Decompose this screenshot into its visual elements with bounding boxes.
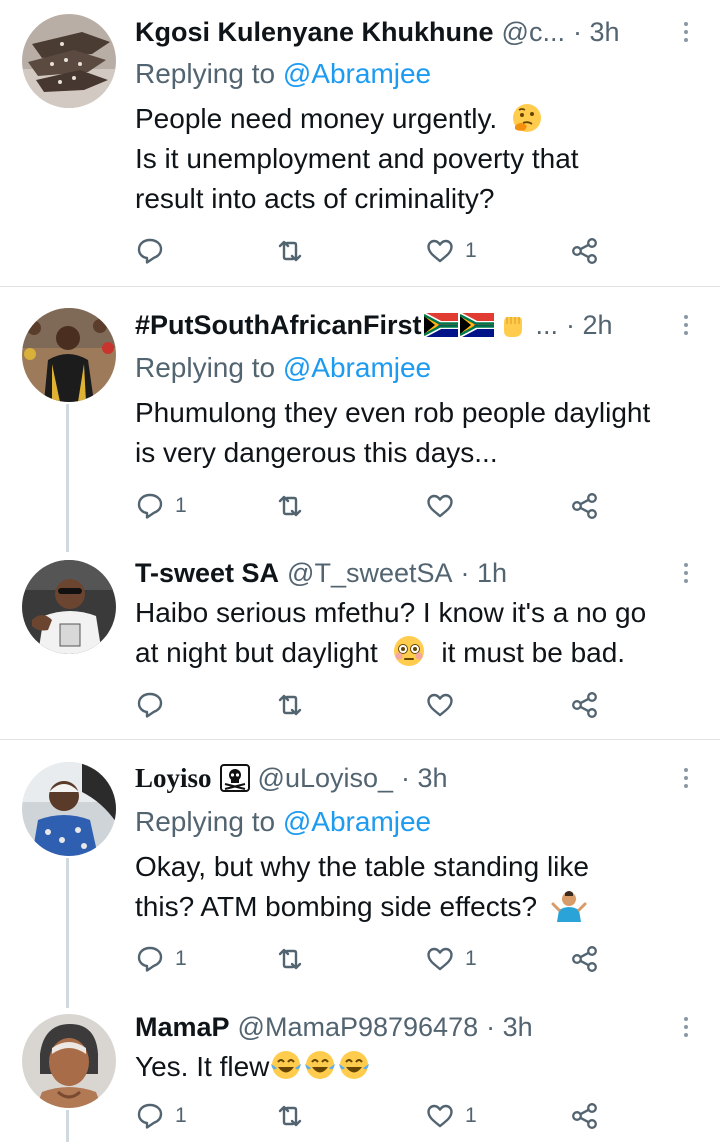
user-handle[interactable]: @MamaP98796478 bbox=[238, 1007, 479, 1047]
heart-icon bbox=[427, 947, 453, 971]
tears-of-joy-icon bbox=[305, 1051, 336, 1079]
display-name[interactable]: #PutSouthAfricanFirst bbox=[135, 305, 422, 345]
user-handle[interactable]: @T_sweetSA bbox=[287, 553, 452, 593]
display-name[interactable]: Loyiso bbox=[135, 758, 212, 798]
share-button[interactable] bbox=[570, 1098, 600, 1134]
share-icon bbox=[572, 1103, 597, 1129]
retweet-button[interactable] bbox=[275, 488, 305, 524]
share-button[interactable] bbox=[570, 233, 600, 269]
mention-link[interactable]: @Abramjee bbox=[283, 806, 431, 837]
south-africa-flag-icon bbox=[459, 313, 494, 337]
more-options-icon[interactable] bbox=[683, 315, 689, 341]
user-handle[interactable]: ... bbox=[536, 305, 559, 345]
tears-of-joy-icon bbox=[271, 1051, 302, 1079]
like-button[interactable]: 1 bbox=[425, 1098, 477, 1134]
display-name[interactable]: Kgosi Kulenyane Khukhune bbox=[135, 12, 494, 52]
tweet[interactable]: T-sweet SA @T_sweetSA · 1h Haibo serious… bbox=[0, 539, 720, 739]
retweet-icon bbox=[278, 495, 302, 517]
reply-button[interactable]: 1 bbox=[135, 941, 187, 977]
share-button[interactable] bbox=[570, 941, 600, 977]
timestamp[interactable]: · 3h bbox=[401, 758, 448, 798]
user-handle[interactable]: @c... bbox=[502, 12, 565, 52]
timestamp[interactable]: · 1h bbox=[461, 553, 508, 593]
retweet-icon bbox=[278, 240, 302, 262]
mention-link[interactable]: @Abramjee bbox=[283, 58, 431, 89]
flushed-face-icon bbox=[393, 636, 424, 666]
replying-to: Replying to @Abramjee bbox=[135, 352, 432, 383]
tweet-text: Haibo serious mfethu? I know it's a no g… bbox=[135, 597, 647, 668]
share-icon bbox=[572, 238, 597, 264]
heart-icon bbox=[427, 1104, 453, 1128]
tweet-text: Okay, but why the table standing like th… bbox=[135, 851, 589, 922]
like-button[interactable]: 1 bbox=[425, 233, 477, 269]
like-count: 1 bbox=[465, 239, 477, 262]
avatar[interactable] bbox=[22, 1014, 116, 1108]
reply-icon bbox=[137, 692, 163, 718]
tweet[interactable]: MamaP @MamaP98796478 · 3h Yes. It flew 1… bbox=[0, 996, 720, 1142]
share-icon bbox=[572, 692, 597, 718]
reply-count: 1 bbox=[175, 947, 187, 970]
replying-to: Replying to @Abramjee bbox=[135, 806, 432, 837]
thinking-face-icon bbox=[512, 104, 541, 132]
like-button[interactable] bbox=[425, 687, 465, 723]
user-handle[interactable]: @uLoyiso_ bbox=[258, 758, 394, 798]
timestamp[interactable]: · 3h bbox=[573, 12, 620, 52]
retweet-icon bbox=[278, 1105, 302, 1127]
reply-count: 1 bbox=[175, 494, 187, 517]
reply-count: 1 bbox=[175, 1104, 187, 1127]
display-name[interactable]: MamaP bbox=[135, 1007, 230, 1047]
avatar[interactable] bbox=[22, 762, 116, 856]
retweet-button[interactable] bbox=[275, 941, 305, 977]
like-button[interactable] bbox=[425, 488, 465, 524]
heart-icon bbox=[427, 494, 453, 518]
heart-icon bbox=[427, 239, 453, 263]
retweet-icon bbox=[278, 948, 302, 970]
tweet-text: People need money urgently. Is it unempl… bbox=[135, 103, 579, 214]
retweet-button[interactable] bbox=[275, 687, 305, 723]
share-icon bbox=[572, 946, 597, 972]
more-options-icon[interactable] bbox=[683, 22, 689, 48]
like-count: 1 bbox=[465, 947, 477, 970]
tweet[interactable]: Loyiso @uLoyiso_ · 3h Replying to @Abram… bbox=[0, 740, 720, 996]
reply-button[interactable]: 1 bbox=[135, 1098, 187, 1134]
timestamp[interactable]: · 2h bbox=[566, 305, 613, 345]
retweet-button[interactable] bbox=[275, 1098, 305, 1134]
tweet[interactable]: Kgosi Kulenyane Khukhune @c... · 3h Repl… bbox=[0, 0, 720, 286]
avatar[interactable] bbox=[22, 14, 116, 108]
display-name[interactable]: T-sweet SA bbox=[135, 553, 279, 593]
reply-button[interactable] bbox=[135, 687, 175, 723]
avatar[interactable] bbox=[22, 560, 116, 654]
share-icon bbox=[572, 493, 597, 519]
share-button[interactable] bbox=[570, 687, 600, 723]
reply-icon bbox=[137, 1103, 163, 1129]
share-button[interactable] bbox=[570, 488, 600, 524]
avatar[interactable] bbox=[22, 308, 116, 402]
tears-of-joy-icon bbox=[339, 1051, 370, 1079]
tweet[interactable]: #PutSouthAfricanFirst ... · 2h Replying … bbox=[0, 287, 720, 539]
south-africa-flag-icon bbox=[423, 313, 458, 337]
retweet-icon bbox=[278, 694, 302, 716]
more-options-icon[interactable] bbox=[683, 1017, 689, 1043]
mention-link[interactable]: @Abramjee bbox=[283, 352, 431, 383]
reply-button[interactable]: 1 bbox=[135, 488, 187, 524]
more-options-icon[interactable] bbox=[683, 768, 689, 794]
timestamp[interactable]: · 3h bbox=[486, 1007, 533, 1047]
reply-button[interactable] bbox=[135, 233, 175, 269]
like-count: 1 bbox=[465, 1104, 477, 1127]
reply-icon bbox=[137, 238, 163, 264]
more-options-icon[interactable] bbox=[683, 563, 689, 589]
tweet-text: Yes. It flew bbox=[135, 1047, 695, 1087]
reply-icon bbox=[137, 493, 163, 519]
heart-icon bbox=[427, 693, 453, 717]
skull-crossbones-icon bbox=[219, 764, 250, 792]
person-shrugging-icon bbox=[551, 891, 587, 922]
raised-fist-icon bbox=[503, 317, 522, 337]
like-button[interactable]: 1 bbox=[425, 941, 477, 977]
tweet-text: Phumulong they even rob people daylight … bbox=[135, 397, 651, 468]
reply-icon bbox=[137, 946, 163, 972]
replying-to: Replying to @Abramjee bbox=[135, 58, 432, 89]
retweet-button[interactable] bbox=[275, 233, 305, 269]
